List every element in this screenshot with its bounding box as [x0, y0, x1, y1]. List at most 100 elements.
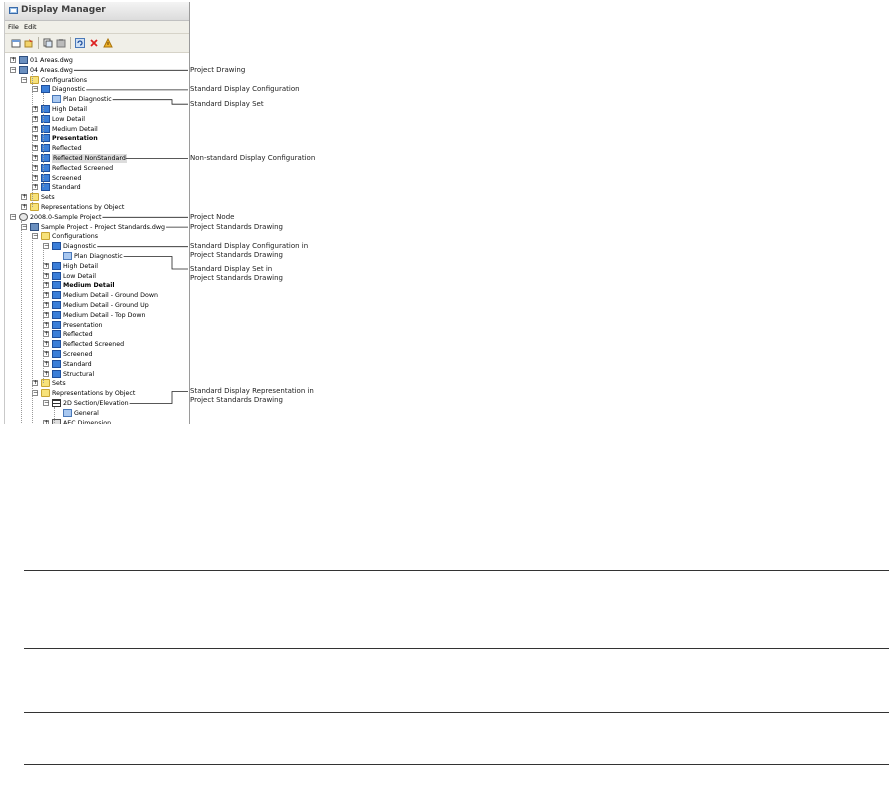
callout-label: Standard Display Set in Project Standard… [190, 264, 283, 282]
collapse-icon[interactable]: − [10, 213, 16, 220]
folder-icon [41, 232, 50, 241]
tree-item-label: Plan Diagnostic [74, 253, 123, 260]
tree-guide-line [43, 93, 44, 188]
tree-item-label: Screened [52, 174, 82, 182]
folder-icon [41, 389, 50, 398]
tree-item-label: Representations by Object [41, 204, 125, 211]
expand-icon[interactable]: + [21, 204, 27, 210]
callout-label: Standard Display Configuration [190, 85, 300, 94]
display-configuration-icon [52, 340, 61, 349]
display-configuration-icon [52, 369, 61, 378]
tree-item-label: 04 Areas.dwg [30, 66, 73, 74]
tree-item-label: Reflected NonStandard [52, 154, 127, 163]
display-configuration-icon [41, 85, 50, 94]
copy-icon[interactable] [43, 38, 53, 48]
tree-item-label: Low Detail [63, 272, 96, 280]
tree-item-label: Medium Detail [63, 282, 115, 290]
callout-label: Project Standards Drawing [190, 222, 283, 231]
drawing-icon [30, 222, 39, 231]
tree-item-label: Presentation [63, 321, 103, 329]
display-manager-icon [9, 7, 18, 14]
tree-item-label: Medium Detail - Ground Up [63, 302, 149, 309]
tree-item-label: Representations by Object [52, 390, 136, 398]
new-icon[interactable] [11, 38, 21, 48]
tree-item-label: Plan Diagnostic [63, 96, 112, 104]
expand-icon[interactable]: + [21, 194, 27, 201]
table-rule [24, 570, 889, 571]
display-configuration-icon [52, 320, 61, 329]
tree-item-label: AEC Dimension [63, 419, 112, 424]
project-icon [19, 212, 28, 221]
paste-icon[interactable] [56, 38, 66, 48]
collapse-icon[interactable]: − [10, 66, 16, 73]
drawing-icon [19, 65, 28, 74]
tree-item-label: Standard [52, 184, 81, 192]
tree-item-label: Sample Project - Project Standards.dwg [41, 223, 166, 231]
tree-item-label: Medium Detail - Ground Down [63, 292, 159, 300]
callout-label: Standard Display Set [190, 99, 264, 108]
display-manager-window: Display Manager File Edit + 01 Areas.dwg… [4, 2, 190, 424]
purge-icon[interactable] [103, 38, 113, 48]
display-configuration-icon [52, 271, 61, 280]
expand-icon[interactable]: + [10, 57, 16, 63]
display-configuration-icon [52, 242, 61, 251]
tree-item-label: Medium Detail [52, 125, 98, 133]
menu-edit[interactable]: Edit [24, 23, 37, 31]
callout-label: Standard Display Representation in Proje… [190, 387, 314, 404]
toolbar-separator [70, 37, 71, 49]
tree-item-label: Structural [63, 370, 95, 378]
tree-item-label: Presentation [52, 135, 98, 143]
toolbar [5, 34, 189, 53]
drawing-icon [19, 56, 28, 64]
tree-item-label: Medium Detail - Top Down [63, 311, 146, 319]
menu-file[interactable]: File [8, 23, 19, 31]
tree-item-label: Low Detail [52, 115, 85, 123]
table-rule [24, 712, 889, 713]
callout-label: Non-standard Display Configuration [190, 154, 316, 162]
tree-item-label: 01 Areas.dwg [30, 57, 73, 64]
tree-item-label: Diagnostic [63, 243, 97, 251]
open-icon[interactable] [24, 38, 34, 48]
title-bar: Display Manager [5, 2, 189, 21]
display-tree: +01 Areas.dwg −04 Areas.dwg − Configuration… [5, 54, 189, 424]
collapse-icon[interactable]: − [43, 243, 49, 250]
window-title: Display Manager [21, 5, 106, 15]
display-configuration-icon [52, 330, 61, 339]
tree-guide-line [43, 250, 44, 384]
table-rule [24, 764, 889, 765]
collapse-icon[interactable]: − [43, 400, 49, 406]
tree-item-label: Standard [63, 360, 92, 368]
tree-item-label: Screened [63, 351, 93, 358]
tree-guide-line [32, 240, 33, 423]
collapse-icon[interactable]: − [32, 233, 38, 240]
tree-item-label: Reflected [52, 145, 82, 153]
tree-item-label: General [74, 409, 99, 417]
expand-icon[interactable]: + [43, 419, 49, 424]
display-set-icon [63, 252, 72, 260]
section-elevation-icon [52, 399, 61, 407]
callout-label: Standard Display Configuration in Projec… [190, 242, 309, 260]
tree-item-label: High Detail [63, 262, 99, 270]
tree-guide-line [21, 220, 22, 423]
toolbar-separator [38, 37, 39, 49]
display-configuration-icon [52, 291, 61, 300]
delete-icon[interactable] [89, 38, 99, 48]
display-configuration-icon [52, 310, 61, 319]
callout-label: Project Node [190, 212, 235, 221]
tree-item-label: Reflected Screened [52, 164, 114, 172]
display-set-icon [63, 408, 72, 417]
tree-item-label: 2008.0-Sample Project [30, 213, 102, 221]
display-configuration-icon [52, 301, 61, 309]
display-configuration-icon [52, 261, 61, 270]
tree-item-label: Sets [41, 194, 55, 202]
tree-item-label: Reflected [63, 331, 93, 339]
display-set-icon [52, 95, 61, 104]
collapse-icon[interactable]: − [21, 76, 27, 83]
callout-label: Project Drawing [190, 65, 246, 74]
display-configuration-icon [52, 350, 61, 358]
menu-bar: File Edit [5, 21, 189, 34]
table-rule [24, 648, 889, 649]
refresh-icon[interactable] [75, 38, 85, 48]
tree-item-label: High Detail [52, 106, 88, 113]
tree-guide-line [54, 407, 55, 423]
